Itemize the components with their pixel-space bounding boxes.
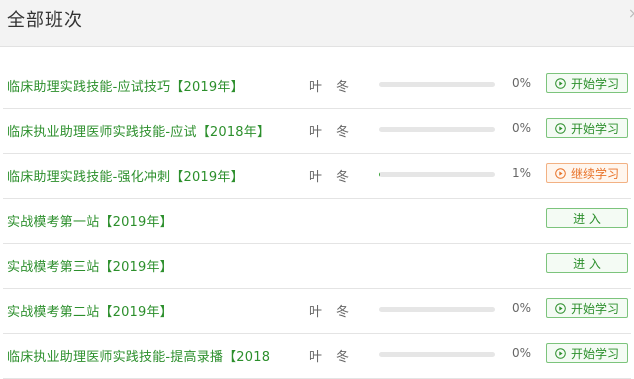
play-circle-icon xyxy=(555,167,566,179)
class-title-link[interactable]: 实战模考第二站【2019年】 xyxy=(7,301,173,320)
class-title-link[interactable]: 临床助理实践技能-强化冲刺【2019年】 xyxy=(7,166,244,185)
progress-bar xyxy=(379,352,495,357)
enter-button[interactable]: 进 入 xyxy=(546,208,628,228)
list-item: 实战模考第三站【2019年】 进 入 xyxy=(3,243,631,289)
progress-bar xyxy=(379,127,495,132)
button-label: 进 入 xyxy=(573,211,601,226)
button-label: 开始学习 xyxy=(570,76,619,91)
list-item: 实战模考第一站【2019年】 进 入 xyxy=(3,198,631,244)
progress-percent: 0% xyxy=(511,346,531,360)
progress-percent: 0% xyxy=(511,121,531,135)
play-circle-icon xyxy=(555,347,566,359)
start-study-button[interactable]: 开始学习 xyxy=(546,73,628,93)
class-title-link[interactable]: 临床助理实践技能-应试技巧【2019年】 xyxy=(7,76,244,95)
start-study-button[interactable]: 开始学习 xyxy=(546,298,628,318)
start-study-button[interactable]: 开始学习 xyxy=(546,118,628,138)
button-label: 开始学习 xyxy=(570,346,619,361)
enter-button[interactable]: 进 入 xyxy=(546,253,628,273)
close-icon[interactable]: × xyxy=(628,7,634,21)
list-item: 临床助理实践技能-应试技巧【2019年】 叶冬 0% 开始学习 xyxy=(3,63,631,109)
class-title-link[interactable]: 临床执业助理医师实践技能-应试【2018年】 xyxy=(7,121,270,140)
start-study-button[interactable]: 开始学习 xyxy=(546,343,628,363)
button-label: 进 入 xyxy=(573,256,601,271)
play-circle-icon xyxy=(555,122,566,134)
page-title: 全部班次 xyxy=(7,10,83,31)
progress-percent: 1% xyxy=(511,166,531,180)
list-item: 临床执业助理医师实践技能-提高录播【2018 叶冬 0% 开始学习 xyxy=(3,333,631,379)
class-title-link[interactable]: 实战模考第一站【2019年】 xyxy=(7,211,173,230)
teacher-name: 叶冬 xyxy=(309,125,364,140)
play-circle-icon xyxy=(555,302,566,314)
teacher-name: 叶冬 xyxy=(309,80,364,95)
progress-fill xyxy=(379,172,381,177)
list-item: 临床执业助理医师实践技能-应试【2018年】 叶冬 0% 开始学习 xyxy=(3,108,631,154)
progress-bar xyxy=(379,82,495,87)
page-header: 全部班次 × xyxy=(0,0,634,47)
class-title-link[interactable]: 临床执业助理医师实践技能-提高录播【2018 xyxy=(7,346,270,365)
button-label: 开始学习 xyxy=(570,301,619,316)
teacher-name: 叶冬 xyxy=(309,170,364,185)
list-item: 实战模考第二站【2019年】 叶冬 0% 开始学习 xyxy=(3,288,631,334)
button-label: 继续学习 xyxy=(570,166,619,181)
continue-study-button[interactable]: 继续学习 xyxy=(546,163,628,183)
class-title-link[interactable]: 实战模考第三站【2019年】 xyxy=(7,256,173,275)
teacher-name: 叶冬 xyxy=(309,350,364,365)
list-item: 临床助理实践技能-强化冲刺【2019年】 叶冬 1% 继续学习 xyxy=(3,153,631,199)
progress-bar xyxy=(379,172,495,177)
progress-percent: 0% xyxy=(511,76,531,90)
progress-bar xyxy=(379,307,495,312)
button-label: 开始学习 xyxy=(570,121,619,136)
play-circle-icon xyxy=(555,77,566,89)
progress-percent: 0% xyxy=(511,301,531,315)
teacher-name: 叶冬 xyxy=(309,305,364,320)
